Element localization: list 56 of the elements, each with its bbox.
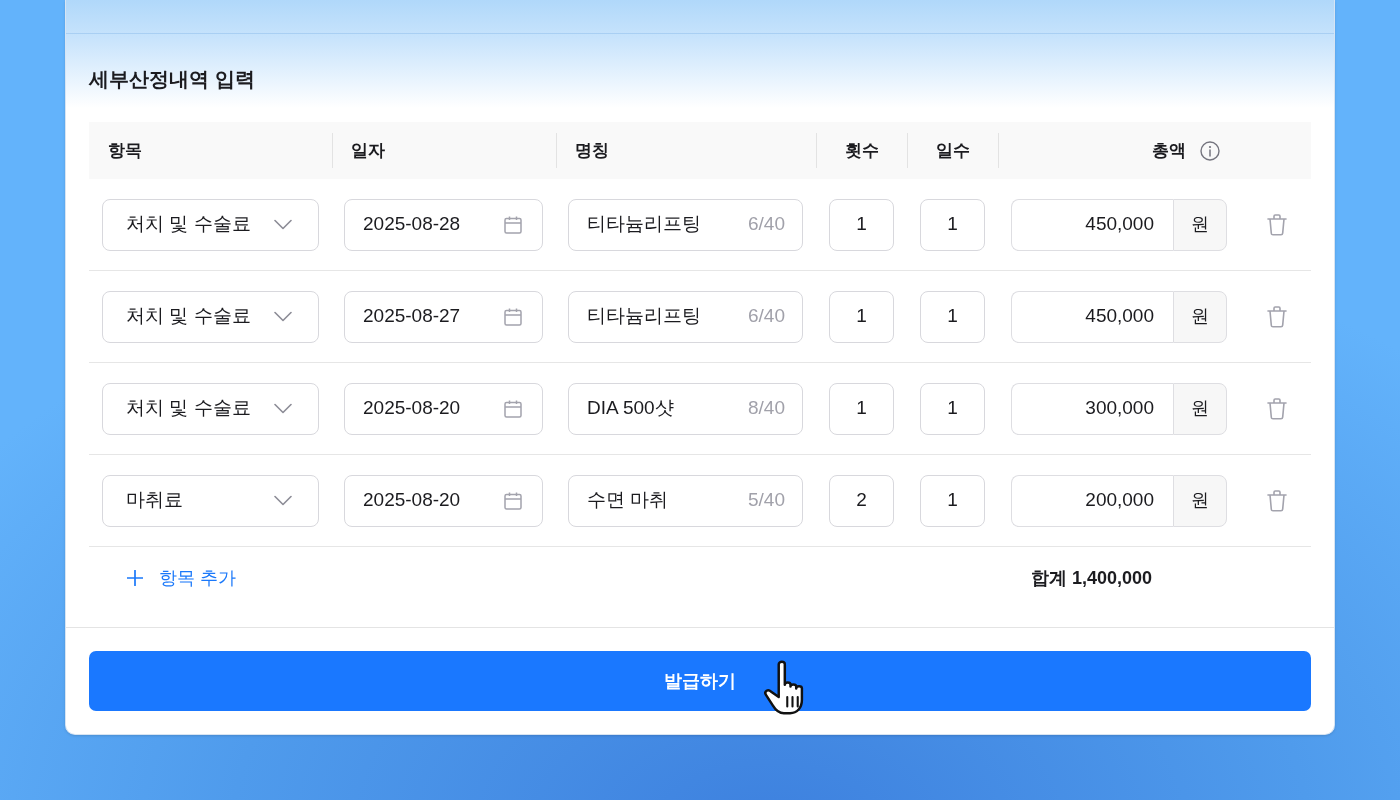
- name-field[interactable]: 티타늄리프팅 6/40: [568, 290, 803, 343]
- amount-field[interactable]: 200,000: [1011, 474, 1173, 527]
- currency-unit: 원: [1173, 198, 1227, 251]
- times-field[interactable]: 1: [829, 382, 894, 435]
- column-header: 횟수: [845, 139, 879, 162]
- trash-icon[interactable]: [1267, 305, 1287, 328]
- category-select[interactable]: 처치 및 수술료: [102, 198, 319, 251]
- days-field[interactable]: 1: [920, 382, 985, 435]
- column-header: 명칭: [575, 139, 609, 162]
- chevron-down-icon: [274, 311, 292, 322]
- days-field[interactable]: 1: [920, 290, 985, 343]
- times-field[interactable]: 1: [829, 290, 894, 343]
- category-select[interactable]: 처치 및 수술료: [102, 382, 319, 435]
- total-amount: 합계 1,400,000: [1030, 567, 1152, 590]
- date-field[interactable]: 2025-08-27: [344, 290, 543, 343]
- char-counter: 6/40: [748, 304, 785, 329]
- trash-icon[interactable]: [1267, 213, 1287, 236]
- submit-button[interactable]: 발급하기: [89, 651, 1311, 711]
- chevron-down-icon: [274, 495, 292, 506]
- currency-unit: 원: [1173, 382, 1227, 435]
- date-field[interactable]: 2025-08-20: [344, 474, 543, 527]
- chevron-down-icon: [274, 403, 292, 414]
- add-item-link[interactable]: 항목 추가: [127, 566, 236, 590]
- name-field[interactable]: 수면 마취 5/40: [568, 474, 803, 527]
- category-select[interactable]: 처치 및 수술료: [102, 290, 319, 343]
- trash-icon[interactable]: [1267, 489, 1287, 512]
- plus-icon: [127, 570, 143, 586]
- column-header: 일수: [936, 139, 970, 162]
- amount-field[interactable]: 450,000: [1011, 198, 1173, 251]
- info-icon[interactable]: [1200, 140, 1220, 161]
- column-header: 일자: [351, 139, 385, 162]
- amount-field[interactable]: 300,000: [1011, 382, 1173, 435]
- times-field[interactable]: 2: [829, 474, 894, 527]
- char-counter: 6/40: [748, 212, 785, 237]
- amount-field[interactable]: 450,000: [1011, 290, 1173, 343]
- currency-unit: 원: [1173, 290, 1227, 343]
- calendar-icon[interactable]: [504, 491, 522, 510]
- days-field[interactable]: 1: [920, 198, 985, 251]
- char-counter: 5/40: [748, 488, 785, 513]
- char-counter: 8/40: [748, 396, 785, 421]
- category-select[interactable]: 마취료: [102, 474, 319, 527]
- days-field[interactable]: 1: [920, 474, 985, 527]
- column-header: 항목: [108, 139, 142, 162]
- date-field[interactable]: 2025-08-28: [344, 198, 543, 251]
- currency-unit: 원: [1173, 474, 1227, 527]
- times-field[interactable]: 1: [829, 198, 894, 251]
- calendar-icon[interactable]: [504, 307, 522, 326]
- chevron-down-icon: [274, 219, 292, 230]
- trash-icon[interactable]: [1267, 397, 1287, 420]
- section-title: 세부산정내역 입력: [89, 67, 255, 92]
- column-header: 총액: [1152, 139, 1186, 162]
- calendar-icon[interactable]: [504, 399, 522, 418]
- name-field[interactable]: 티타늄리프팅 6/40: [568, 198, 803, 251]
- date-field[interactable]: 2025-08-20: [344, 382, 543, 435]
- name-field[interactable]: DIA 500샷 8/40: [568, 382, 803, 435]
- calendar-icon[interactable]: [504, 215, 522, 234]
